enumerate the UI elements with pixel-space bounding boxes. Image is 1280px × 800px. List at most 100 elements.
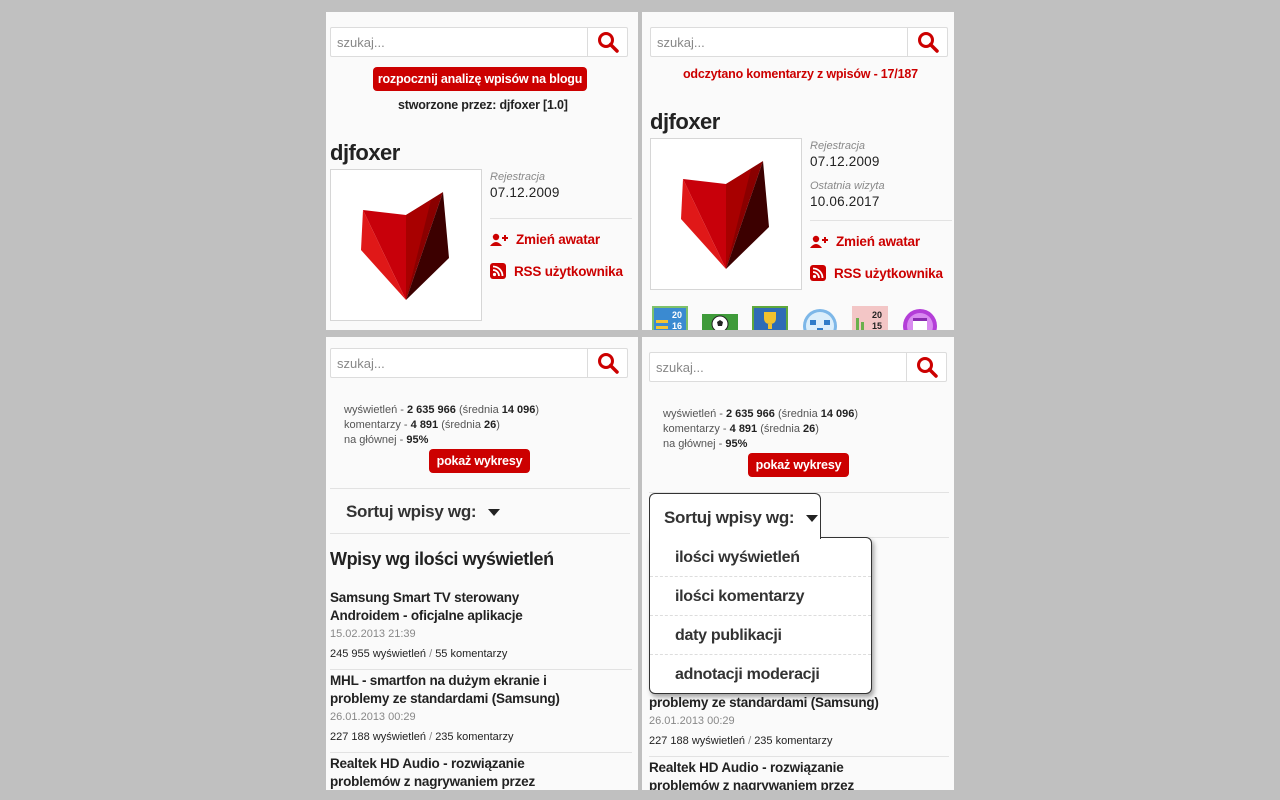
list-item[interactable]: Realtek HD Audio - rozwiązanie problemów… bbox=[649, 759, 951, 790]
svg-text:20: 20 bbox=[672, 310, 682, 320]
search-input[interactable] bbox=[331, 349, 589, 377]
post-title[interactable]: MHL - smartfon na dużym ekranie i proble… bbox=[330, 672, 570, 708]
change-avatar-label: Zmień awatar bbox=[516, 232, 600, 247]
divider bbox=[649, 756, 949, 757]
divider bbox=[810, 220, 952, 221]
stats-comments: komentarzy - 4 891 (średnia 26) bbox=[344, 419, 500, 431]
divider bbox=[330, 669, 632, 670]
search-input[interactable] bbox=[331, 28, 589, 56]
search-icon bbox=[917, 32, 939, 53]
sort-option-comments[interactable]: ilości komentarzy bbox=[650, 577, 871, 616]
badge-trophy-icon bbox=[752, 306, 788, 330]
search-icon bbox=[597, 32, 619, 53]
progress-status: odczytano komentarzy z wpisów - 17/187 bbox=[683, 67, 918, 81]
last-visit-label: Ostatnia wizyta bbox=[810, 180, 885, 192]
change-avatar-label: Zmień awatar bbox=[836, 234, 920, 249]
search-input[interactable] bbox=[651, 28, 909, 56]
avatar-image bbox=[361, 192, 449, 300]
panel-progress: odczytano komentarzy z wpisów - 17/187 d… bbox=[642, 12, 954, 330]
username: djfoxer bbox=[330, 140, 400, 165]
list-item[interactable]: MHL - smartfon na dużym ekranie i proble… bbox=[330, 672, 632, 743]
list-item[interactable]: Samsung Smart TV sterowany Androidem - o… bbox=[330, 589, 632, 660]
search-button[interactable] bbox=[906, 353, 946, 381]
sort-dropdown[interactable]: Sortuj wpisy wg: bbox=[346, 502, 501, 522]
rss-link[interactable]: RSS użytkownika bbox=[490, 263, 623, 279]
change-avatar-link[interactable]: Zmień awatar bbox=[490, 232, 600, 247]
sort-toggle[interactable]: Sortuj wpisy wg: bbox=[664, 508, 819, 528]
sort-label: Sortuj wpisy wg: bbox=[664, 508, 795, 527]
post-title[interactable]: problemy ze standardami (Samsung) bbox=[649, 694, 939, 712]
rss-label: RSS użytkownika bbox=[514, 263, 623, 279]
stats-block: wyświetleń - 2 635 966 (średnia 14 096) … bbox=[344, 403, 539, 448]
sort-option-views[interactable]: ilości wyświetleń bbox=[650, 538, 871, 577]
stats-comments: komentarzy - 4 891 (średnia 26) bbox=[663, 423, 819, 435]
chevron-down-icon bbox=[806, 514, 819, 522]
post-title[interactable]: Realtek HD Audio - rozwiązanie problemów… bbox=[330, 755, 570, 790]
change-avatar-link[interactable]: Zmień awatar bbox=[810, 234, 920, 249]
search-box bbox=[650, 27, 948, 57]
sort-menu: ilości wyświetleń ilości komentarzy daty… bbox=[649, 537, 872, 694]
search-box bbox=[330, 348, 628, 378]
search-button[interactable] bbox=[907, 28, 947, 56]
search-input[interactable] bbox=[650, 353, 908, 381]
sort-option-moderation[interactable]: adnotacji moderacji bbox=[650, 655, 871, 694]
post-title[interactable]: Realtek HD Audio - rozwiązanie problemów… bbox=[649, 759, 889, 790]
post-stats: 227 188 wyświetleń / 235 komentarzy bbox=[649, 735, 833, 747]
search-button[interactable] bbox=[587, 349, 627, 377]
rss-icon bbox=[810, 265, 826, 281]
svg-text:15: 15 bbox=[872, 321, 882, 330]
list-heading: Wpisy wg ilości wyświetleń bbox=[330, 549, 554, 569]
stats-views: wyświetleń - 2 635 966 (średnia 14 096) bbox=[663, 408, 859, 420]
rss-link[interactable]: RSS użytkownika bbox=[810, 265, 943, 281]
registration-date: 07.12.2009 bbox=[810, 154, 880, 169]
start-analysis-button[interactable]: rozpocznij analizę wpisów na blogu bbox=[373, 67, 587, 91]
username: djfoxer bbox=[650, 109, 720, 134]
avatar-image bbox=[681, 161, 769, 269]
users-icon bbox=[490, 233, 508, 246]
svg-text:16: 16 bbox=[672, 321, 682, 330]
search-box bbox=[649, 352, 947, 382]
post-title[interactable]: Samsung Smart TV sterowany Androidem - o… bbox=[330, 589, 570, 625]
chevron-down-icon bbox=[488, 508, 501, 516]
users-icon bbox=[810, 235, 828, 248]
sort-option-date[interactable]: daty publikacji bbox=[650, 616, 871, 655]
last-visit-date: 10.06.2017 bbox=[810, 194, 880, 209]
show-charts-button[interactable]: pokaż wykresy bbox=[748, 453, 849, 477]
badge-2015-icon: 20 15 bbox=[852, 306, 888, 330]
stats-main: na głównej - 95% bbox=[344, 434, 429, 446]
badge-2016-icon: 20 16 bbox=[652, 306, 688, 330]
post-stats: 245 955 wyświetleń / 55 komentarzy bbox=[330, 648, 508, 660]
list-item[interactable]: problemy ze standardami (Samsung) 26.01.… bbox=[649, 694, 951, 747]
panel-start: rozpocznij analizę wpisów na blogu stwor… bbox=[326, 12, 638, 330]
stats-views: wyświetleń - 2 635 966 (średnia 14 096) bbox=[344, 404, 540, 416]
post-stats: 227 188 wyświetleń / 235 komentarzy bbox=[330, 731, 514, 743]
post-date: 26.01.2013 00:29 bbox=[649, 715, 735, 727]
panel-sort-menu: wyświetleń - 2 635 966 (średnia 14 096) … bbox=[642, 337, 954, 790]
search-button[interactable] bbox=[587, 28, 627, 56]
divider bbox=[330, 533, 630, 534]
avatar bbox=[330, 169, 482, 321]
registration-label: Rejestracja bbox=[490, 171, 546, 183]
svg-text:20: 20 bbox=[872, 310, 882, 320]
sort-label: Sortuj wpisy wg: bbox=[346, 502, 477, 521]
badge-calendar-icon bbox=[903, 309, 937, 330]
search-icon bbox=[597, 353, 619, 374]
divider bbox=[330, 752, 632, 753]
post-date: 26.01.2013 00:29 bbox=[330, 711, 416, 723]
avatar bbox=[650, 138, 802, 290]
badge-network-icon bbox=[803, 309, 837, 330]
show-charts-button[interactable]: pokaż wykresy bbox=[429, 449, 530, 473]
panel-results: wyświetleń - 2 635 966 (średnia 14 096) … bbox=[326, 337, 638, 790]
stats-block: wyświetleń - 2 635 966 (średnia 14 096) … bbox=[663, 407, 858, 452]
sort-dropdown[interactable]: Sortuj wpisy wg: bbox=[649, 493, 821, 539]
divider bbox=[490, 218, 632, 219]
registration-label: Rejestracja bbox=[810, 140, 866, 152]
stats-main: na głównej - 95% bbox=[663, 438, 748, 450]
badge-football-icon bbox=[702, 314, 738, 330]
registration-date: 07.12.2009 bbox=[490, 185, 560, 200]
list-item[interactable]: Realtek HD Audio - rozwiązanie problemów… bbox=[330, 755, 632, 790]
rss-icon bbox=[490, 263, 506, 279]
search-icon bbox=[916, 357, 938, 378]
search-box bbox=[330, 27, 628, 57]
rss-label: RSS użytkownika bbox=[834, 265, 943, 281]
